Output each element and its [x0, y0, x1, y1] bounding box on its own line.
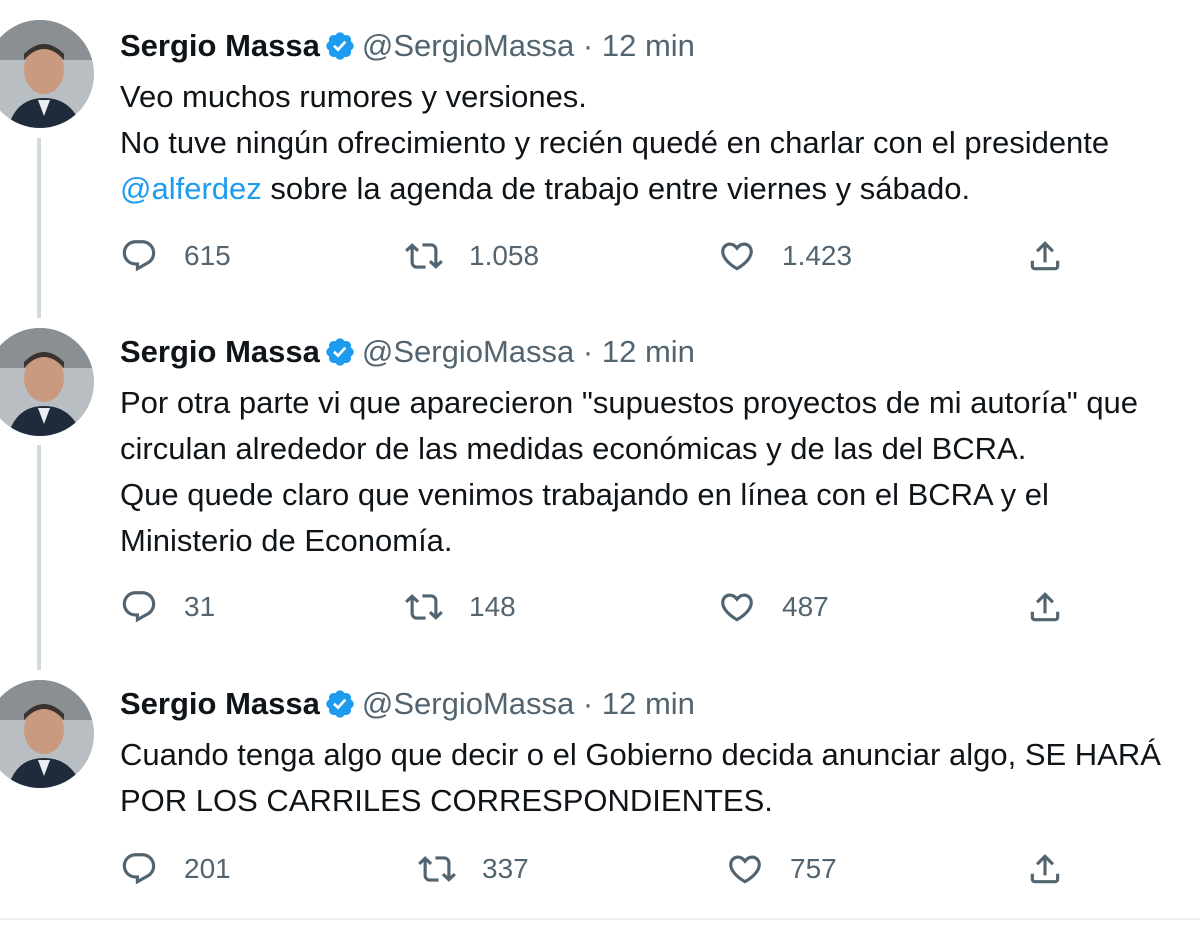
- retweet-count: 148: [469, 591, 516, 622]
- avatar-image: [0, 680, 94, 788]
- like-count: 487: [782, 591, 829, 622]
- tweet-line: Ministerio de Economía.: [120, 523, 453, 558]
- retweet-icon: [405, 243, 443, 269]
- tweet-line: circulan alrededor de las medidas económ…: [120, 431, 1027, 466]
- share-button[interactable]: [1026, 588, 1090, 626]
- timestamp[interactable]: 12 min: [602, 686, 695, 721]
- verified-badge-icon: [326, 32, 354, 60]
- verified-badge-icon: [326, 338, 354, 366]
- like-count: 757: [790, 853, 837, 884]
- tweet-line-text: sobre la agenda de trabajo entre viernes…: [261, 171, 971, 206]
- tweet-line: @alferdez sobre la agenda de trabajo ent…: [120, 166, 1109, 212]
- tweet-header: Sergio Massa @SergioMassa · 12 min: [120, 28, 695, 64]
- like-button[interactable]: 757: [726, 850, 837, 888]
- tweet-header: Sergio Massa @SergioMassa · 12 min: [120, 334, 695, 370]
- tweet-actions: 201 337 757: [0, 850, 1200, 890]
- avatar-image: [0, 328, 94, 436]
- tweet[interactable]: Sergio Massa @SergioMassa · 12 min Por ot…: [0, 310, 1200, 660]
- tweet-text: Veo muchos rumores y versiones. No tuve …: [120, 74, 1109, 212]
- avatar[interactable]: [0, 20, 94, 128]
- mention-link[interactable]: @alferdez: [120, 171, 262, 206]
- share-icon: [1030, 592, 1060, 622]
- tweet-actions: 31 148 487: [0, 588, 1200, 628]
- tweet-header: Sergio Massa @SergioMassa · 12 min: [120, 686, 695, 722]
- retweet-count: 337: [482, 853, 529, 884]
- author-handle[interactable]: @SergioMassa: [362, 686, 574, 721]
- author-handle[interactable]: @SergioMassa: [362, 28, 574, 63]
- tweet-line: Que quede claro que venimos trabajando e…: [120, 477, 1049, 512]
- timeline-divider: [0, 918, 1200, 920]
- tweet-line: Cuando tenga algo que decir o el Gobiern…: [120, 737, 1161, 772]
- reply-button[interactable]: 31: [120, 588, 215, 626]
- like-button[interactable]: 487: [718, 588, 829, 626]
- reply-count: 615: [184, 240, 231, 271]
- tweet-line: POR LOS CARRILES CORRESPONDIENTES.: [120, 783, 773, 818]
- share-icon: [1030, 241, 1060, 271]
- reply-button[interactable]: 201: [120, 850, 231, 888]
- avatar[interactable]: [0, 328, 94, 436]
- retweet-button[interactable]: 148: [405, 588, 516, 626]
- tweet-line: No tuve ningún ofrecimiento y recién que…: [120, 125, 1110, 160]
- tweet-actions: 615 1.058 1.423: [0, 237, 1200, 277]
- retweet-button[interactable]: 337: [418, 850, 529, 888]
- tweet[interactable]: Sergio Massa @SergioMassa · 12 min Veo mu…: [0, 0, 1200, 310]
- author-name[interactable]: Sergio Massa: [120, 334, 320, 369]
- avatar[interactable]: [0, 680, 94, 788]
- like-count: 1.423: [782, 240, 853, 271]
- verified-badge-icon: [326, 690, 354, 718]
- tweet-line: Por otra parte vi que aparecieron "supue…: [120, 385, 1139, 420]
- timestamp[interactable]: 12 min: [602, 334, 695, 369]
- reply-button[interactable]: 615: [120, 237, 231, 275]
- avatar-image: [0, 20, 94, 128]
- reply-icon: [122, 240, 156, 272]
- timestamp[interactable]: 12 min: [602, 28, 695, 63]
- separator-dot: ·: [582, 334, 594, 369]
- separator-dot: ·: [582, 28, 594, 63]
- retweet-count: 1.058: [469, 240, 540, 271]
- like-button[interactable]: 1.423: [718, 237, 852, 275]
- separator-dot: ·: [582, 686, 594, 721]
- tweet[interactable]: Sergio Massa @SergioMassa · 12 min Cuando…: [0, 660, 1200, 918]
- retweet-icon: [405, 594, 443, 620]
- author-name[interactable]: Sergio Massa: [120, 686, 320, 721]
- reply-icon: [122, 591, 156, 623]
- retweet-icon: [418, 856, 456, 882]
- tweet-line: Veo muchos rumores y versiones.: [120, 79, 587, 114]
- share-button[interactable]: [1026, 850, 1090, 888]
- tweet-text: Cuando tenga algo que decir o el Gobiern…: [120, 732, 1161, 824]
- reply-count: 31: [184, 591, 216, 622]
- heart-icon: [721, 242, 753, 271]
- heart-icon: [721, 593, 753, 622]
- author-handle[interactable]: @SergioMassa: [362, 334, 574, 369]
- author-name[interactable]: Sergio Massa: [120, 28, 320, 63]
- share-icon: [1030, 854, 1060, 884]
- reply-count: 201: [184, 853, 231, 884]
- reply-icon: [122, 853, 156, 885]
- retweet-button[interactable]: 1.058: [405, 237, 539, 275]
- share-button[interactable]: [1026, 237, 1090, 275]
- tweet-text: Por otra parte vi que aparecieron "supue…: [120, 380, 1138, 564]
- heart-icon: [729, 855, 761, 884]
